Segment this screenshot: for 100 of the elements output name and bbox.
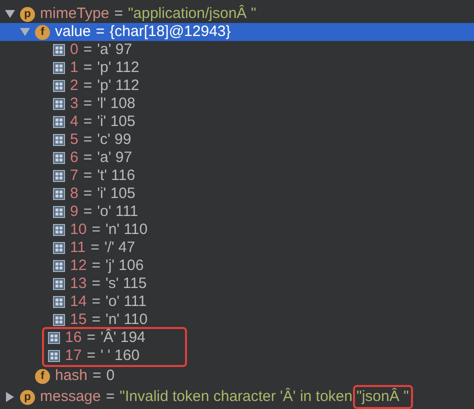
equals-sign: =	[83, 149, 92, 167]
element-index: 17	[65, 347, 82, 365]
variable-value: {char[18]@12943}	[110, 23, 231, 41]
element-index: 8	[70, 185, 78, 203]
equals-sign: =	[106, 388, 115, 406]
highlighted-value: "jsonÂ "	[352, 385, 413, 409]
element-index: 2	[70, 77, 78, 95]
field-badge-icon: p	[20, 390, 35, 404]
array-element-icon	[53, 170, 65, 182]
element-row[interactable]: 15 = 'n' 110	[53, 311, 474, 329]
element-row[interactable]: 10 = 'n' 110	[53, 221, 474, 239]
element-value: 'i' 105	[97, 113, 136, 131]
array-element-icon	[53, 98, 65, 110]
element-value: 'i' 105	[97, 185, 136, 203]
element-value: 'o' 111	[105, 293, 146, 311]
tree-row[interactable]: f value = {char[18]@12943}	[0, 23, 474, 41]
array-element-icon	[48, 350, 60, 362]
array-element-icon	[53, 116, 65, 128]
collapsed-arrow-icon[interactable]	[5, 392, 15, 402]
element-index: 11	[70, 239, 86, 257]
array-element-icon	[53, 152, 65, 164]
element-row[interactable]: 13 = 's' 115	[53, 275, 474, 293]
tree-row[interactable]: f hash = 0	[0, 367, 474, 385]
element-row[interactable]: 6 = 'a' 97	[53, 149, 474, 167]
variable-value: "Invalid token character 'Â' in token	[120, 388, 352, 406]
element-index: 15	[70, 311, 87, 329]
element-value: 's' 115	[105, 275, 147, 293]
equals-sign: =	[92, 293, 100, 311]
tree-row[interactable]: p mimeType = "application/jsonÂ "	[0, 5, 474, 23]
equals-sign: =	[83, 113, 92, 131]
element-index: 16	[65, 329, 82, 347]
field-badge-icon: f	[35, 24, 50, 40]
element-row[interactable]: 3 = 'l' 108	[53, 95, 474, 113]
array-element-icon	[53, 224, 65, 236]
element-index: 0	[70, 41, 78, 59]
element-row[interactable]: 11 = '/' 47	[53, 239, 474, 257]
element-index: 3	[70, 95, 78, 113]
tree-row[interactable]: p message = "Invalid token character 'Â' in token "jsonÂ "	[0, 385, 474, 409]
element-index: 4	[70, 113, 78, 131]
element-value: 'Â' 194	[100, 329, 146, 347]
element-index: 7	[70, 167, 78, 185]
element-value: 'p' 112	[97, 77, 140, 95]
array-element-icon	[53, 44, 65, 56]
field-badge-icon: p	[20, 6, 35, 22]
variable-name: message	[40, 388, 101, 406]
variable-name: mimeType	[40, 5, 110, 23]
element-row[interactable]: 1 = 'p' 112	[53, 59, 474, 77]
element-value: '/' 47	[104, 239, 136, 257]
variable-value: 0	[106, 367, 115, 385]
equals-sign: =	[90, 239, 100, 257]
equals-sign: =	[83, 167, 92, 185]
element-value: 'j' 106	[105, 257, 144, 275]
element-index: 14	[70, 293, 87, 311]
equals-sign: =	[83, 77, 92, 95]
element-row[interactable]: 0 = 'a' 97	[53, 41, 474, 59]
equals-sign: =	[92, 221, 100, 239]
equals-sign: =	[92, 275, 100, 293]
equals-sign: =	[83, 185, 92, 203]
array-element-icon	[53, 62, 65, 74]
equals-sign: =	[83, 131, 92, 149]
equals-sign: =	[86, 347, 96, 365]
array-element-icon	[53, 242, 65, 254]
expanded-arrow-icon[interactable]	[5, 9, 15, 19]
element-index: 13	[70, 275, 87, 293]
element-value: ' ' 160	[100, 347, 140, 365]
element-value: 'n' 110	[105, 311, 148, 328]
element-value: 'l' 108	[97, 95, 136, 113]
element-row[interactable]: 14 = 'o' 111	[53, 293, 474, 311]
element-row[interactable]: 8 = 'i' 105	[53, 185, 474, 203]
element-value: 'n' 110	[105, 221, 148, 239]
element-row[interactable]: 5 = 'c' 99	[53, 131, 474, 149]
equals-sign: =	[92, 367, 102, 385]
equals-sign: =	[92, 311, 100, 329]
element-value: 'a' 97	[97, 149, 132, 167]
element-value: 't' 116	[97, 167, 136, 185]
element-row[interactable]: 2 = 'p' 112	[53, 77, 474, 95]
equals-sign: =	[83, 59, 92, 77]
element-index: 12	[70, 257, 87, 275]
variable-name: value	[55, 23, 91, 41]
array-element-icon	[53, 260, 65, 272]
element-value: 'p' 112	[97, 59, 140, 77]
element-row[interactable]: 12 = 'j' 106	[53, 257, 474, 275]
equals-sign: =	[83, 203, 92, 221]
array-element-icon	[53, 296, 65, 308]
element-value: 'a' 97	[97, 41, 132, 59]
equals-sign: =	[83, 41, 92, 59]
element-index: 5	[70, 131, 78, 149]
element-value: 'c' 99	[97, 131, 132, 149]
element-index: 10	[70, 221, 87, 239]
equals-sign: =	[96, 23, 105, 41]
array-element-icon	[53, 80, 65, 92]
element-row[interactable]: 7 = 't' 116	[53, 167, 474, 185]
array-element-icon	[53, 206, 65, 218]
element-row[interactable]: 4 = 'i' 105	[53, 113, 474, 131]
element-index: 1	[70, 59, 78, 77]
element-row[interactable]: 9 = 'o' 111	[53, 203, 474, 221]
expanded-arrow-icon[interactable]	[20, 27, 30, 37]
element-index: 9	[70, 203, 78, 221]
field-badge-icon: f	[35, 368, 50, 384]
element-value: 'o' 111	[97, 203, 138, 221]
